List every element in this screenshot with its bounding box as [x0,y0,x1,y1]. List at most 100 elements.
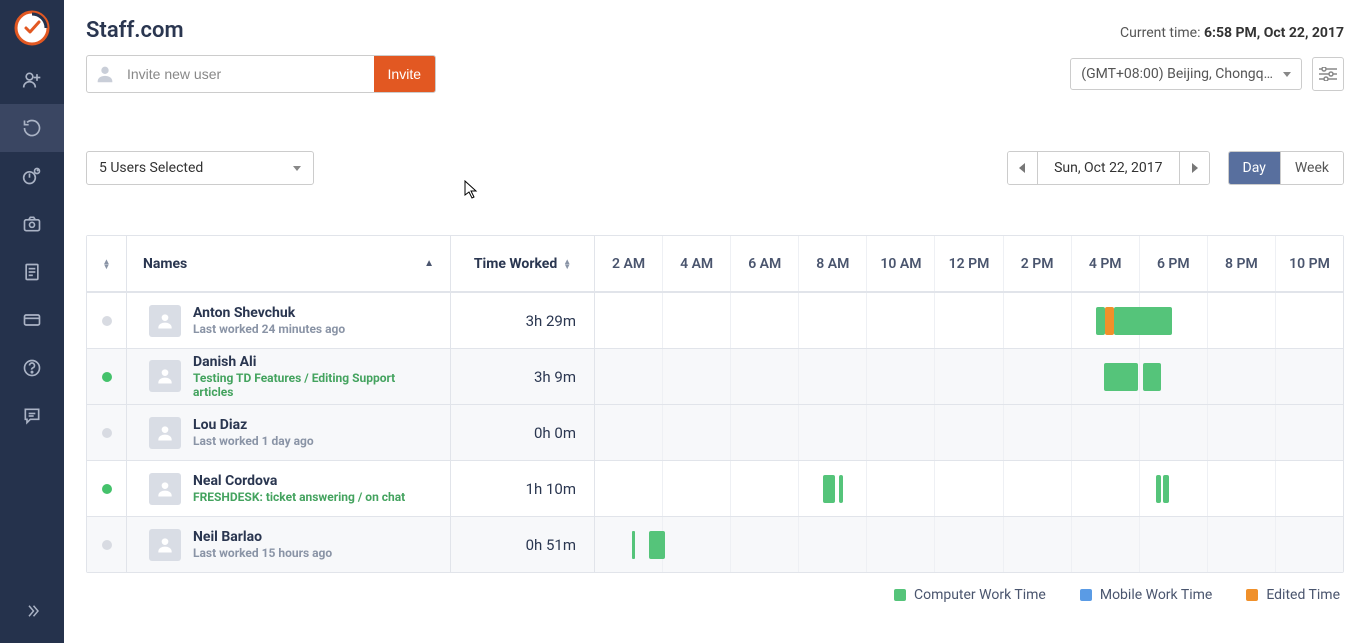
time-cell: 0h 51m [451,517,595,572]
time-worked-value: 3h 9m [451,368,594,386]
avatar [149,305,181,337]
app-logo [0,0,64,56]
work-bar[interactable] [839,475,843,503]
user-placeholder-icon [93,62,117,86]
hour-label: 2 PM [1004,236,1072,291]
nav-history-icon[interactable] [0,104,64,152]
user-name: Neil Barlao [193,529,332,546]
sort-icon: ▲▼ [563,259,571,269]
user-subtext: FRESHDESK: ticket answering / on chat [193,490,405,504]
name-cell[interactable]: Neil BarlaoLast worked 15 hours ago [127,517,451,572]
table-row[interactable]: Danish AliTesting TD Features / Editing … [87,348,1343,404]
user-subtext: Last worked 24 minutes ago [193,322,345,336]
current-time: Current time: 6:58 PM, Oct 22, 2017 [1120,25,1344,41]
timeline-cell [595,349,1343,404]
swatch-green-icon [894,589,906,601]
current-time-value: 6:58 PM, Oct 22, 2017 [1204,25,1344,41]
hour-label: 6 PM [1140,236,1208,291]
date-next-button[interactable] [1179,152,1209,184]
timeline-cell [595,405,1343,460]
settings-button[interactable] [1312,57,1344,91]
col-names-label: Names [143,256,187,272]
nav-person-add-icon[interactable] [0,56,64,104]
view-week-button[interactable]: Week [1280,152,1343,184]
col-status-header[interactable]: ▲▼ [87,236,127,291]
hour-label: 8 PM [1208,236,1276,291]
invite-button[interactable]: Invite [374,56,435,92]
invite-group: Invite [86,55,436,93]
legend-mobile: Mobile Work Time [1080,587,1212,603]
status-dot-icon [102,372,112,382]
view-day-button[interactable]: Day [1229,152,1280,184]
users-select[interactable]: 5 Users Selected [86,151,314,185]
user-name: Anton Shevchuk [193,305,345,322]
table-row[interactable]: Neal CordovaFRESHDESK: ticket answering … [87,460,1343,516]
user-name: Danish Ali [193,354,434,371]
user-subtext: Testing TD Features / Editing Support ar… [193,371,434,400]
sidebar [0,0,64,643]
work-bar[interactable] [649,531,665,559]
nav-chat-icon[interactable] [0,392,64,440]
time-worked-value: 0h 51m [451,536,594,554]
name-cell[interactable]: Lou DiazLast worked 1 day ago [127,405,451,460]
table-row[interactable]: Neil BarlaoLast worked 15 hours ago0h 51… [87,516,1343,572]
work-bar[interactable] [823,475,835,503]
time-cell: 3h 29m [451,293,595,348]
nav-camera-icon[interactable] [0,200,64,248]
table-row[interactable]: Anton ShevchukLast worked 24 minutes ago… [87,292,1343,348]
hour-label: 4 PM [1072,236,1140,291]
view-toggle: Day Week [1228,151,1344,185]
work-bar[interactable] [1163,475,1168,503]
timezone-select[interactable]: (GMT+08:00) Beijing, Chongq… [1070,58,1302,90]
status-cell [87,349,127,404]
avatar [149,417,181,449]
col-names-header[interactable]: Names ▲ [127,236,451,291]
time-worked-value: 1h 10m [451,480,594,498]
sidebar-expand[interactable] [0,591,64,631]
user-subtext: Last worked 15 hours ago [193,546,332,560]
timeline-cell [595,517,1343,572]
current-time-label: Current time: [1120,25,1200,41]
name-cell[interactable]: Danish AliTesting TD Features / Editing … [127,349,451,404]
work-bar[interactable] [1143,363,1162,391]
work-bar[interactable] [1104,363,1138,391]
nav-card-icon[interactable] [0,296,64,344]
status-dot-icon [102,428,112,438]
avatar [149,360,181,392]
status-cell [87,293,127,348]
user-name: Lou Diaz [193,417,314,434]
col-timeline-header: 2 AM4 AM6 AM8 AM10 AM12 PM2 PM4 PM6 PM8 … [595,236,1343,291]
name-cell[interactable]: Anton ShevchukLast worked 24 minutes ago [127,293,451,348]
col-time-label: Time Worked [474,256,557,272]
page-title: Staff.com [86,18,184,43]
time-worked-value: 3h 29m [451,312,594,330]
timezone-label: (GMT+08:00) Beijing, Chongq… [1081,66,1273,82]
hour-label: 10 PM [1276,236,1343,291]
legend-edited: Edited Time [1246,587,1340,603]
invite-input[interactable] [123,58,374,90]
col-time-header[interactable]: Time Worked ▲▼ [451,236,595,291]
hour-label: 8 AM [799,236,867,291]
swatch-blue-icon [1080,589,1092,601]
work-bar[interactable] [1114,307,1172,335]
nav-timer-icon[interactable] [0,152,64,200]
work-bar[interactable] [632,531,635,559]
work-bar[interactable] [1156,475,1161,503]
status-cell [87,517,127,572]
date-prev-button[interactable] [1008,152,1038,184]
work-bar[interactable] [1105,307,1114,335]
hour-label: 12 PM [935,236,1003,291]
time-worked-value: 0h 0m [451,424,594,442]
nav-help-icon[interactable] [0,344,64,392]
swatch-orange-icon [1246,589,1258,601]
status-dot-icon [102,484,112,494]
time-cell: 1h 10m [451,461,595,516]
user-name: Neal Cordova [193,473,405,490]
nav-document-icon[interactable] [0,248,64,296]
time-cell: 0h 0m [451,405,595,460]
caret-down-icon [1283,72,1291,77]
date-label[interactable]: Sun, Oct 22, 2017 [1038,152,1178,184]
name-cell[interactable]: Neal CordovaFRESHDESK: ticket answering … [127,461,451,516]
work-bar[interactable] [1096,307,1105,335]
table-row[interactable]: Lou DiazLast worked 1 day ago0h 0m [87,404,1343,460]
